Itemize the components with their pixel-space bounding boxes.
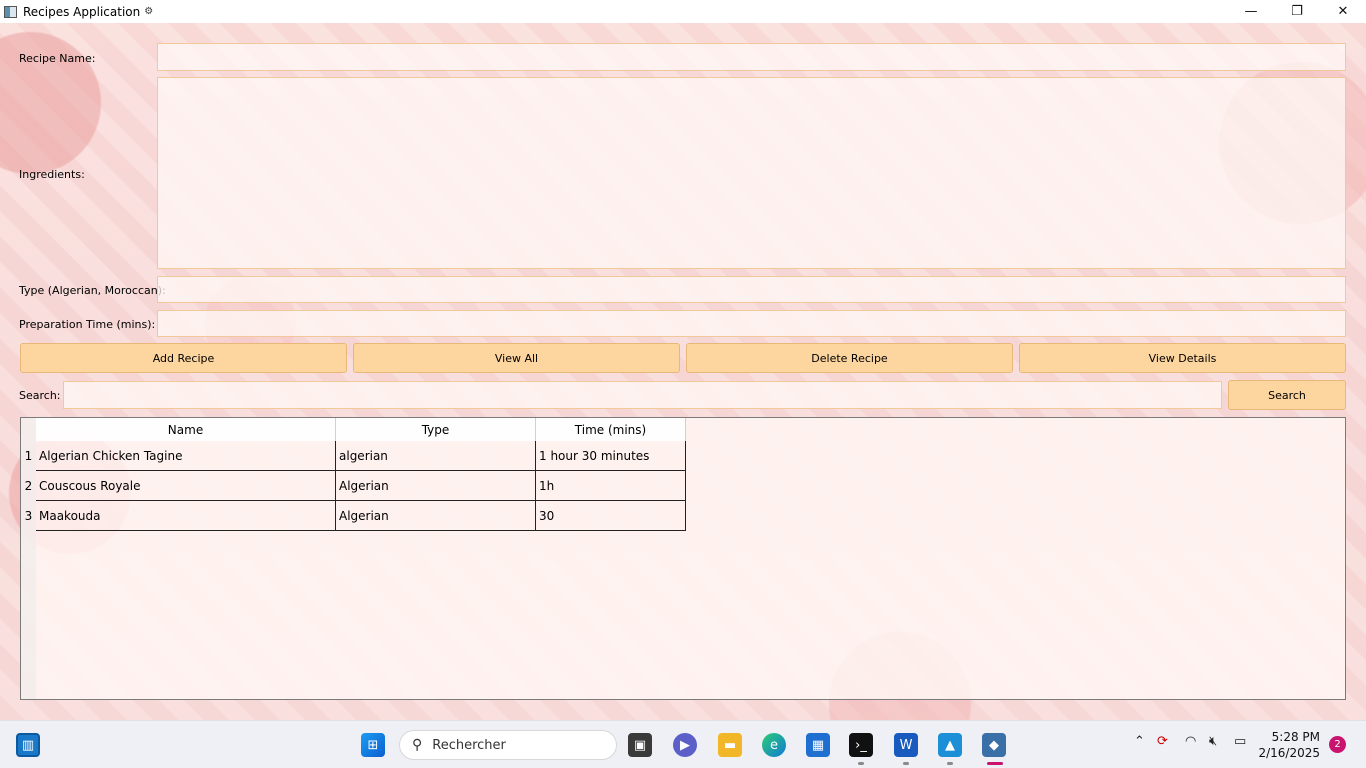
running-indicator (903, 762, 909, 765)
cell-name[interactable]: Algerian Chicken Tagine (36, 441, 336, 471)
add-recipe-button[interactable]: Add Recipe (20, 343, 347, 373)
cell-type[interactable]: Algerian (336, 471, 536, 501)
meet-icon[interactable]: ▶ (673, 733, 697, 757)
search-icon: ⚲ (412, 737, 423, 753)
prep-time-input[interactable] (157, 310, 1346, 337)
search-button[interactable]: Search (1228, 380, 1346, 410)
view-all-button[interactable]: View All (353, 343, 680, 373)
title-bar: Recipes Application ⚙ — ❐ ✕ (0, 0, 1366, 23)
row-number: 1 (24, 449, 33, 463)
table-header: Name Type Time (mins) (36, 418, 686, 441)
row-number: 2 (24, 479, 33, 493)
maximize-button[interactable]: ❐ (1274, 0, 1320, 23)
app-icon (4, 5, 17, 18)
cell-type[interactable]: algerian (336, 441, 536, 471)
table-row[interactable]: 3 Maakouda Algerian 30 (21, 501, 686, 531)
column-header-name[interactable]: Name (36, 418, 336, 441)
cell-name[interactable]: Maakouda (36, 501, 336, 531)
taskbar-search-text: Rechercher (432, 737, 506, 753)
taskbar: ▥ ⊞ ⚲ Rechercher ▣ ▶ ▬ e ▦ ›_ W ▲ ◆ ⌃ ⟳ … (0, 720, 1366, 768)
store-icon[interactable]: ▦ (806, 733, 830, 757)
app-client-area: Recipe Name: Ingredients: Type (Algerian… (0, 23, 1366, 720)
sync-icon[interactable]: ⟳ (1157, 734, 1168, 749)
task-view-icon[interactable]: ▣ (628, 733, 652, 757)
type-input[interactable] (157, 276, 1346, 303)
notification-badge[interactable]: 2 (1329, 736, 1346, 753)
word-icon[interactable]: W (894, 733, 918, 757)
wifi-icon[interactable]: ◠ (1185, 734, 1196, 749)
ingredients-label: Ingredients: (19, 168, 85, 181)
ingredients-textarea[interactable] (157, 77, 1346, 269)
close-button[interactable]: ✕ (1320, 0, 1366, 23)
column-header-time[interactable]: Time (mins) (536, 418, 686, 441)
running-indicator (858, 762, 864, 765)
window-controls: — ❐ ✕ (1228, 0, 1366, 23)
cell-time[interactable]: 1 hour 30 minutes (536, 441, 686, 471)
volume-muted-icon[interactable]: 🔇︎ (1209, 734, 1217, 749)
widgets-icon[interactable]: ▥ (16, 733, 40, 757)
start-icon[interactable]: ⊞ (361, 733, 385, 757)
python-icon[interactable]: ◆ (982, 733, 1006, 757)
clock-time: 5:28 PM (1271, 730, 1320, 744)
recipe-name-input[interactable] (157, 43, 1346, 71)
minimize-button[interactable]: — (1228, 0, 1274, 23)
taskbar-search[interactable]: ⚲ Rechercher (399, 730, 617, 760)
file-explorer-icon[interactable]: ▬ (718, 733, 742, 757)
photos-icon[interactable]: ▲ (938, 733, 962, 757)
search-input[interactable] (63, 381, 1222, 409)
cell-name[interactable]: Couscous Royale (36, 471, 336, 501)
chevron-up-icon[interactable]: ⌃ (1134, 734, 1145, 749)
clock[interactable]: 5:28 PM 2/16/2025 (1258, 729, 1320, 761)
terminal-icon[interactable]: ›_ (849, 733, 873, 757)
edge-icon[interactable]: e (762, 733, 786, 757)
clock-date: 2/16/2025 (1258, 746, 1320, 760)
cell-time[interactable]: 1h (536, 471, 686, 501)
active-indicator (987, 762, 1003, 765)
recipes-table[interactable]: Name Type Time (mins) 1 Algerian Chicken… (20, 417, 1346, 700)
table-row[interactable]: 1 Algerian Chicken Tagine algerian 1 hou… (21, 441, 686, 471)
battery-icon[interactable]: ▭ (1234, 734, 1246, 749)
gear-icon: ⚙ (144, 6, 154, 17)
recipe-name-label: Recipe Name: (19, 52, 96, 65)
cell-type[interactable]: Algerian (336, 501, 536, 531)
row-number: 3 (24, 509, 33, 523)
cell-time[interactable]: 30 (536, 501, 686, 531)
view-details-button[interactable]: View Details (1019, 343, 1346, 373)
running-indicator (947, 762, 953, 765)
type-label: Type (Algerian, Moroccan): (19, 284, 166, 297)
column-header-type[interactable]: Type (336, 418, 536, 441)
table-row[interactable]: 2 Couscous Royale Algerian 1h (21, 471, 686, 501)
search-label: Search: (19, 389, 61, 402)
delete-recipe-button[interactable]: Delete Recipe (686, 343, 1013, 373)
prep-time-label: Preparation Time (mins): (19, 318, 156, 331)
window-title: Recipes Application (23, 4, 141, 19)
